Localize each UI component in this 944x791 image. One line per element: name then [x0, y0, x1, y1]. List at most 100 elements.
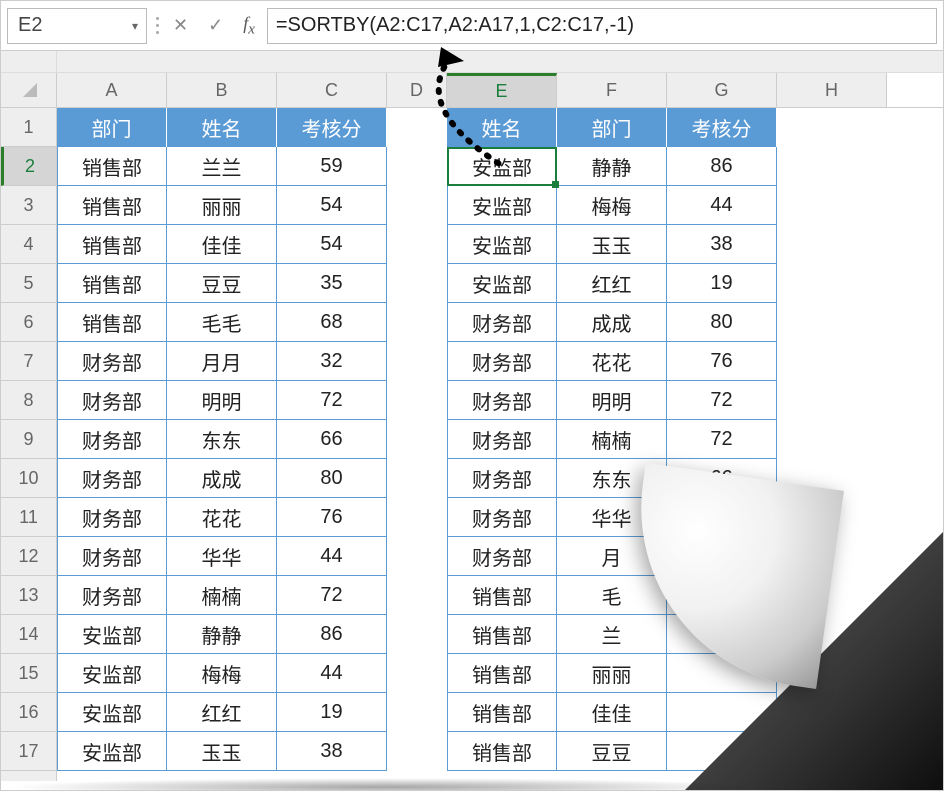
empty-cell[interactable] — [387, 342, 447, 381]
fx-icon[interactable]: fx — [243, 13, 255, 39]
table2-cell[interactable]: 财务部 — [447, 303, 557, 342]
table1-cell[interactable]: 月月 — [167, 342, 277, 381]
empty-cell[interactable] — [387, 693, 447, 732]
table2-cell[interactable]: 销售部 — [447, 654, 557, 693]
table1-cell[interactable]: 44 — [277, 654, 387, 693]
row-header-8[interactable]: 8 — [1, 381, 56, 420]
table1-cell[interactable]: 59 — [277, 147, 387, 186]
table1-header[interactable]: 部门 — [57, 108, 167, 147]
table2-cell[interactable]: 财务部 — [447, 420, 557, 459]
table2-cell[interactable]: 72 — [667, 420, 777, 459]
empty-cell[interactable] — [387, 537, 447, 576]
empty-cell[interactable] — [777, 225, 817, 264]
table1-cell[interactable]: 财务部 — [57, 576, 167, 615]
table1-cell[interactable]: 72 — [277, 381, 387, 420]
table2-cell[interactable] — [667, 654, 777, 693]
table1-cell[interactable]: 华华 — [167, 537, 277, 576]
table2-cell[interactable]: 花花 — [557, 342, 667, 381]
table2-cell[interactable]: 华华 — [557, 498, 667, 537]
row-header-4[interactable]: 4 — [1, 225, 56, 264]
table2-cell[interactable]: 销售部 — [447, 732, 557, 771]
name-box[interactable]: E2 ▾ — [7, 8, 147, 44]
empty-cell[interactable] — [777, 615, 817, 654]
table2-cell[interactable]: 财务部 — [447, 537, 557, 576]
table2-cell[interactable]: 38 — [667, 225, 777, 264]
table2-cell[interactable]: 86 — [667, 147, 777, 186]
table2-cell[interactable]: 月 — [557, 537, 667, 576]
formula-input[interactable]: =SORTBY(A2:C17,A2:A17,1,C2:C17,-1) — [267, 8, 937, 44]
table1-cell[interactable]: 红红 — [167, 693, 277, 732]
table1-cell[interactable]: 成成 — [167, 459, 277, 498]
table1-cell[interactable]: 明明 — [167, 381, 277, 420]
table2-cell[interactable]: 44 — [667, 186, 777, 225]
table1-cell[interactable]: 安监部 — [57, 693, 167, 732]
table2-cell[interactable]: 19 — [667, 264, 777, 303]
table1-header[interactable]: 姓名 — [167, 108, 277, 147]
table1-cell[interactable]: 佳佳 — [167, 225, 277, 264]
table1-cell[interactable]: 19 — [277, 693, 387, 732]
row-header-5[interactable]: 5 — [1, 264, 56, 303]
table2-cell[interactable] — [667, 615, 777, 654]
col-header-E[interactable]: E — [447, 73, 557, 108]
empty-cell[interactable] — [387, 108, 447, 147]
table1-cell[interactable]: 财务部 — [57, 420, 167, 459]
table1-cell[interactable]: 梅梅 — [167, 654, 277, 693]
empty-cell[interactable] — [387, 420, 447, 459]
table2-cell[interactable]: 66 — [667, 459, 777, 498]
col-header-D[interactable]: D — [387, 73, 447, 108]
table2-cell[interactable]: 楠楠 — [557, 420, 667, 459]
empty-cell[interactable] — [777, 342, 817, 381]
table1-cell[interactable]: 35 — [277, 264, 387, 303]
table1-cell[interactable]: 兰兰 — [167, 147, 277, 186]
empty-cell[interactable] — [387, 498, 447, 537]
row-header-1[interactable]: 1 — [1, 108, 56, 147]
table1-cell[interactable]: 财务部 — [57, 537, 167, 576]
table1-cell[interactable]: 38 — [277, 732, 387, 771]
empty-cell[interactable] — [777, 381, 817, 420]
empty-cell[interactable] — [777, 732, 817, 771]
table1-cell[interactable]: 安监部 — [57, 732, 167, 771]
empty-cell[interactable] — [387, 615, 447, 654]
table1-cell[interactable]: 68 — [277, 303, 387, 342]
col-header-H[interactable]: H — [777, 73, 887, 108]
table2-cell[interactable]: 财务部 — [447, 381, 557, 420]
col-header-A[interactable]: A — [57, 73, 167, 108]
table1-cell[interactable]: 80 — [277, 459, 387, 498]
col-header-B[interactable]: B — [167, 73, 277, 108]
table2-cell[interactable]: 44 — [667, 498, 777, 537]
empty-cell[interactable] — [387, 732, 447, 771]
table1-cell[interactable]: 丽丽 — [167, 186, 277, 225]
table1-cell[interactable]: 32 — [277, 342, 387, 381]
empty-cell[interactable] — [387, 225, 447, 264]
table2-header[interactable]: 考核分 — [667, 108, 777, 147]
table2-cell[interactable]: 76 — [667, 342, 777, 381]
table1-cell[interactable]: 44 — [277, 537, 387, 576]
empty-cell[interactable] — [387, 381, 447, 420]
cancel-icon[interactable]: ✕ — [173, 15, 188, 36]
table1-cell[interactable]: 静静 — [167, 615, 277, 654]
row-header-16[interactable]: 16 — [1, 693, 56, 732]
table1-cell[interactable]: 54 — [277, 186, 387, 225]
row-header-12[interactable]: 12 — [1, 537, 56, 576]
table2-cell[interactable]: 销售部 — [447, 615, 557, 654]
table2-cell[interactable]: 财务部 — [447, 342, 557, 381]
table1-cell[interactable]: 财务部 — [57, 498, 167, 537]
enter-icon[interactable]: ✓ — [208, 15, 223, 36]
row-header-2[interactable]: 2 — [1, 147, 56, 186]
table2-header[interactable]: 姓名 — [447, 108, 557, 147]
table2-cell[interactable]: 安监部 — [447, 186, 557, 225]
table2-cell[interactable] — [667, 537, 777, 576]
col-header-C[interactable]: C — [277, 73, 387, 108]
table1-cell[interactable]: 楠楠 — [167, 576, 277, 615]
select-all-corner[interactable] — [1, 51, 57, 72]
empty-cell[interactable] — [387, 186, 447, 225]
empty-cell[interactable] — [777, 186, 817, 225]
table2-cell[interactable] — [667, 693, 777, 732]
row-header-13[interactable]: 13 — [1, 576, 56, 615]
table2-header[interactable]: 部门 — [557, 108, 667, 147]
table2-cell[interactable]: 玉玉 — [557, 225, 667, 264]
table2-cell[interactable]: 丽丽 — [557, 654, 667, 693]
table1-cell[interactable]: 销售部 — [57, 147, 167, 186]
table1-cell[interactable]: 销售部 — [57, 264, 167, 303]
row-header-7[interactable]: 7 — [1, 342, 56, 381]
